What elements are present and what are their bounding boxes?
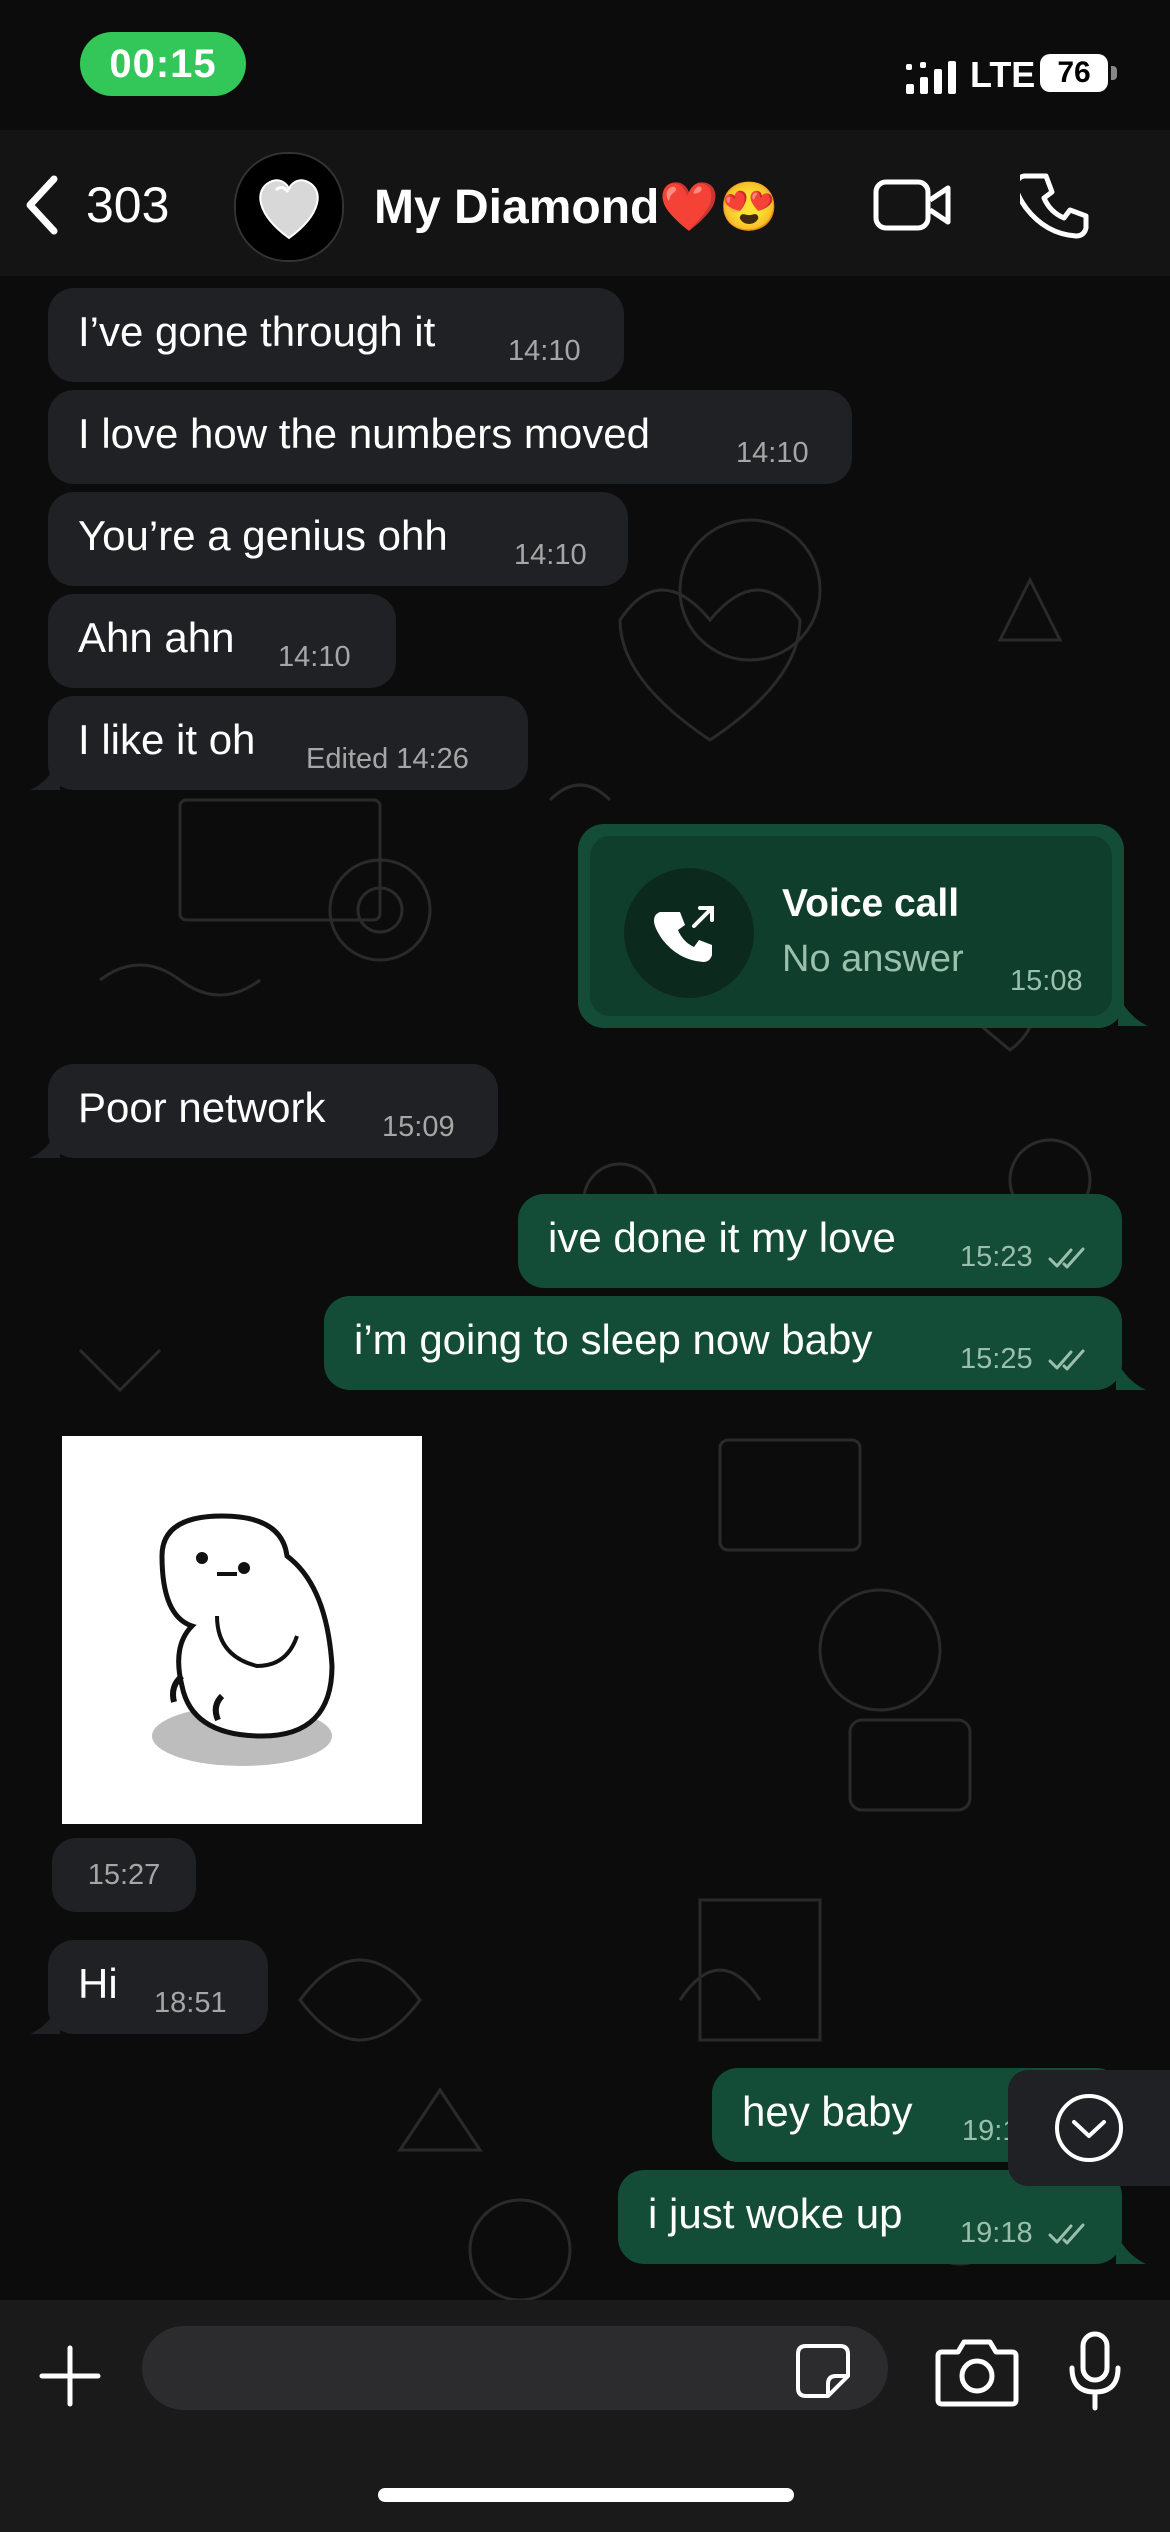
sticker-image[interactable] xyxy=(62,1436,422,1824)
bubble-tail xyxy=(30,2004,60,2034)
voice-call-title: Voice call xyxy=(782,882,960,925)
message-time: 15:08 xyxy=(1010,965,1083,997)
message-time: Edited 14:26 xyxy=(306,743,469,775)
compose-bar xyxy=(0,2300,1170,2532)
message-bubble-incoming[interactable]: You’re a genius ohh 14:10 xyxy=(48,492,628,586)
contact-name[interactable]: My Diamond❤️😍 xyxy=(374,178,779,235)
status-time: 00:15 xyxy=(80,32,246,96)
message-time: 14:10 xyxy=(508,335,581,367)
phone-call-button[interactable] xyxy=(1020,170,1090,240)
battery-level: 76 xyxy=(1040,54,1108,92)
back-button[interactable]: 303 xyxy=(20,170,190,240)
chat-screen: 00:15 LTE 76 303 My Diamond❤️😍 I’ve gone… xyxy=(0,0,1170,2532)
message-input[interactable] xyxy=(142,2326,888,2410)
bubble-tail xyxy=(30,1128,60,1158)
double-check-icon xyxy=(1048,1247,1085,1269)
bubble-tail xyxy=(1116,1360,1146,1390)
scroll-to-bottom-button[interactable] xyxy=(1008,2070,1170,2186)
message-text: Ahn ahn xyxy=(78,614,235,661)
camera-icon[interactable] xyxy=(934,2334,1020,2408)
video-call-button[interactable] xyxy=(872,172,952,238)
double-check-icon xyxy=(1048,2223,1085,2245)
outgoing-call-icon xyxy=(624,868,754,998)
message-text: hey baby xyxy=(742,2088,913,2135)
message-text: Hi xyxy=(78,1960,118,2007)
bubble-tail xyxy=(1116,2234,1146,2264)
message-time: 19:18 xyxy=(960,2217,1033,2249)
message-text: i just woke up xyxy=(648,2190,903,2237)
bubble-tail xyxy=(1118,996,1148,1026)
chat-header: 303 My Diamond❤️😍 xyxy=(0,130,1170,276)
unread-count: 303 xyxy=(86,177,170,233)
avatar[interactable] xyxy=(234,152,344,262)
chevron-left-icon xyxy=(26,175,58,235)
message-text: I’ve gone through it xyxy=(78,308,436,355)
home-indicator[interactable] xyxy=(378,2488,794,2502)
sticker-drawing xyxy=(152,1513,335,1766)
sticker-icon[interactable] xyxy=(792,2340,854,2402)
double-check-icon xyxy=(1048,1349,1085,1371)
message-bubble-incoming[interactable]: Ahn ahn 14:10 xyxy=(48,594,396,688)
message-time: 15:09 xyxy=(382,1111,455,1143)
message-text: ive done it my love xyxy=(548,1214,896,1261)
message-bubble-outgoing[interactable]: ive done it my love 15:23 xyxy=(518,1194,1122,1288)
message-time: 15:23 xyxy=(960,1241,1033,1273)
message-bubble-incoming[interactable]: Hi 18:51 xyxy=(48,1940,268,2034)
message-bubble-incoming[interactable]: I’ve gone through it 14:10 xyxy=(48,288,624,382)
message-text: I like it oh xyxy=(78,716,256,763)
message-text: i’m going to sleep now baby xyxy=(354,1316,873,1363)
message-time: 14:10 xyxy=(736,437,809,469)
voice-call-inner: Voice call No answer 15:08 xyxy=(590,836,1112,1016)
signal-icon xyxy=(906,61,956,94)
message-time: 14:10 xyxy=(278,641,351,673)
message-text: I love how the numbers moved xyxy=(78,410,650,457)
message-time: 14:10 xyxy=(514,539,587,571)
sticker-time: 15:27 xyxy=(52,1838,196,1912)
network-type: LTE xyxy=(970,54,1036,95)
message-bubble-incoming[interactable]: I like it oh Edited 14:26 xyxy=(48,696,528,790)
plus-icon[interactable] xyxy=(36,2342,104,2410)
voice-call-card[interactable]: Voice call No answer 15:08 xyxy=(578,824,1124,1028)
chevron-down-circle-icon xyxy=(1055,2094,1123,2162)
bubble-tail xyxy=(30,760,60,790)
voice-call-status: No answer xyxy=(782,938,964,980)
message-text: You’re a genius ohh xyxy=(78,512,448,559)
microphone-icon[interactable] xyxy=(1066,2330,1124,2412)
message-time: 15:25 xyxy=(960,1343,1033,1375)
message-text: Poor network xyxy=(78,1084,326,1131)
message-bubble-incoming[interactable]: Poor network 15:09 xyxy=(48,1064,498,1158)
message-time: 18:51 xyxy=(154,1987,227,2019)
heart-avatar-image xyxy=(236,154,342,260)
status-bar: 00:15 LTE 76 xyxy=(0,0,1170,130)
battery-cap xyxy=(1111,66,1117,80)
message-bubble-incoming[interactable]: I love how the numbers moved 14:10 xyxy=(48,390,852,484)
message-bubble-outgoing[interactable]: i’m going to sleep now baby 15:25 xyxy=(324,1296,1122,1390)
